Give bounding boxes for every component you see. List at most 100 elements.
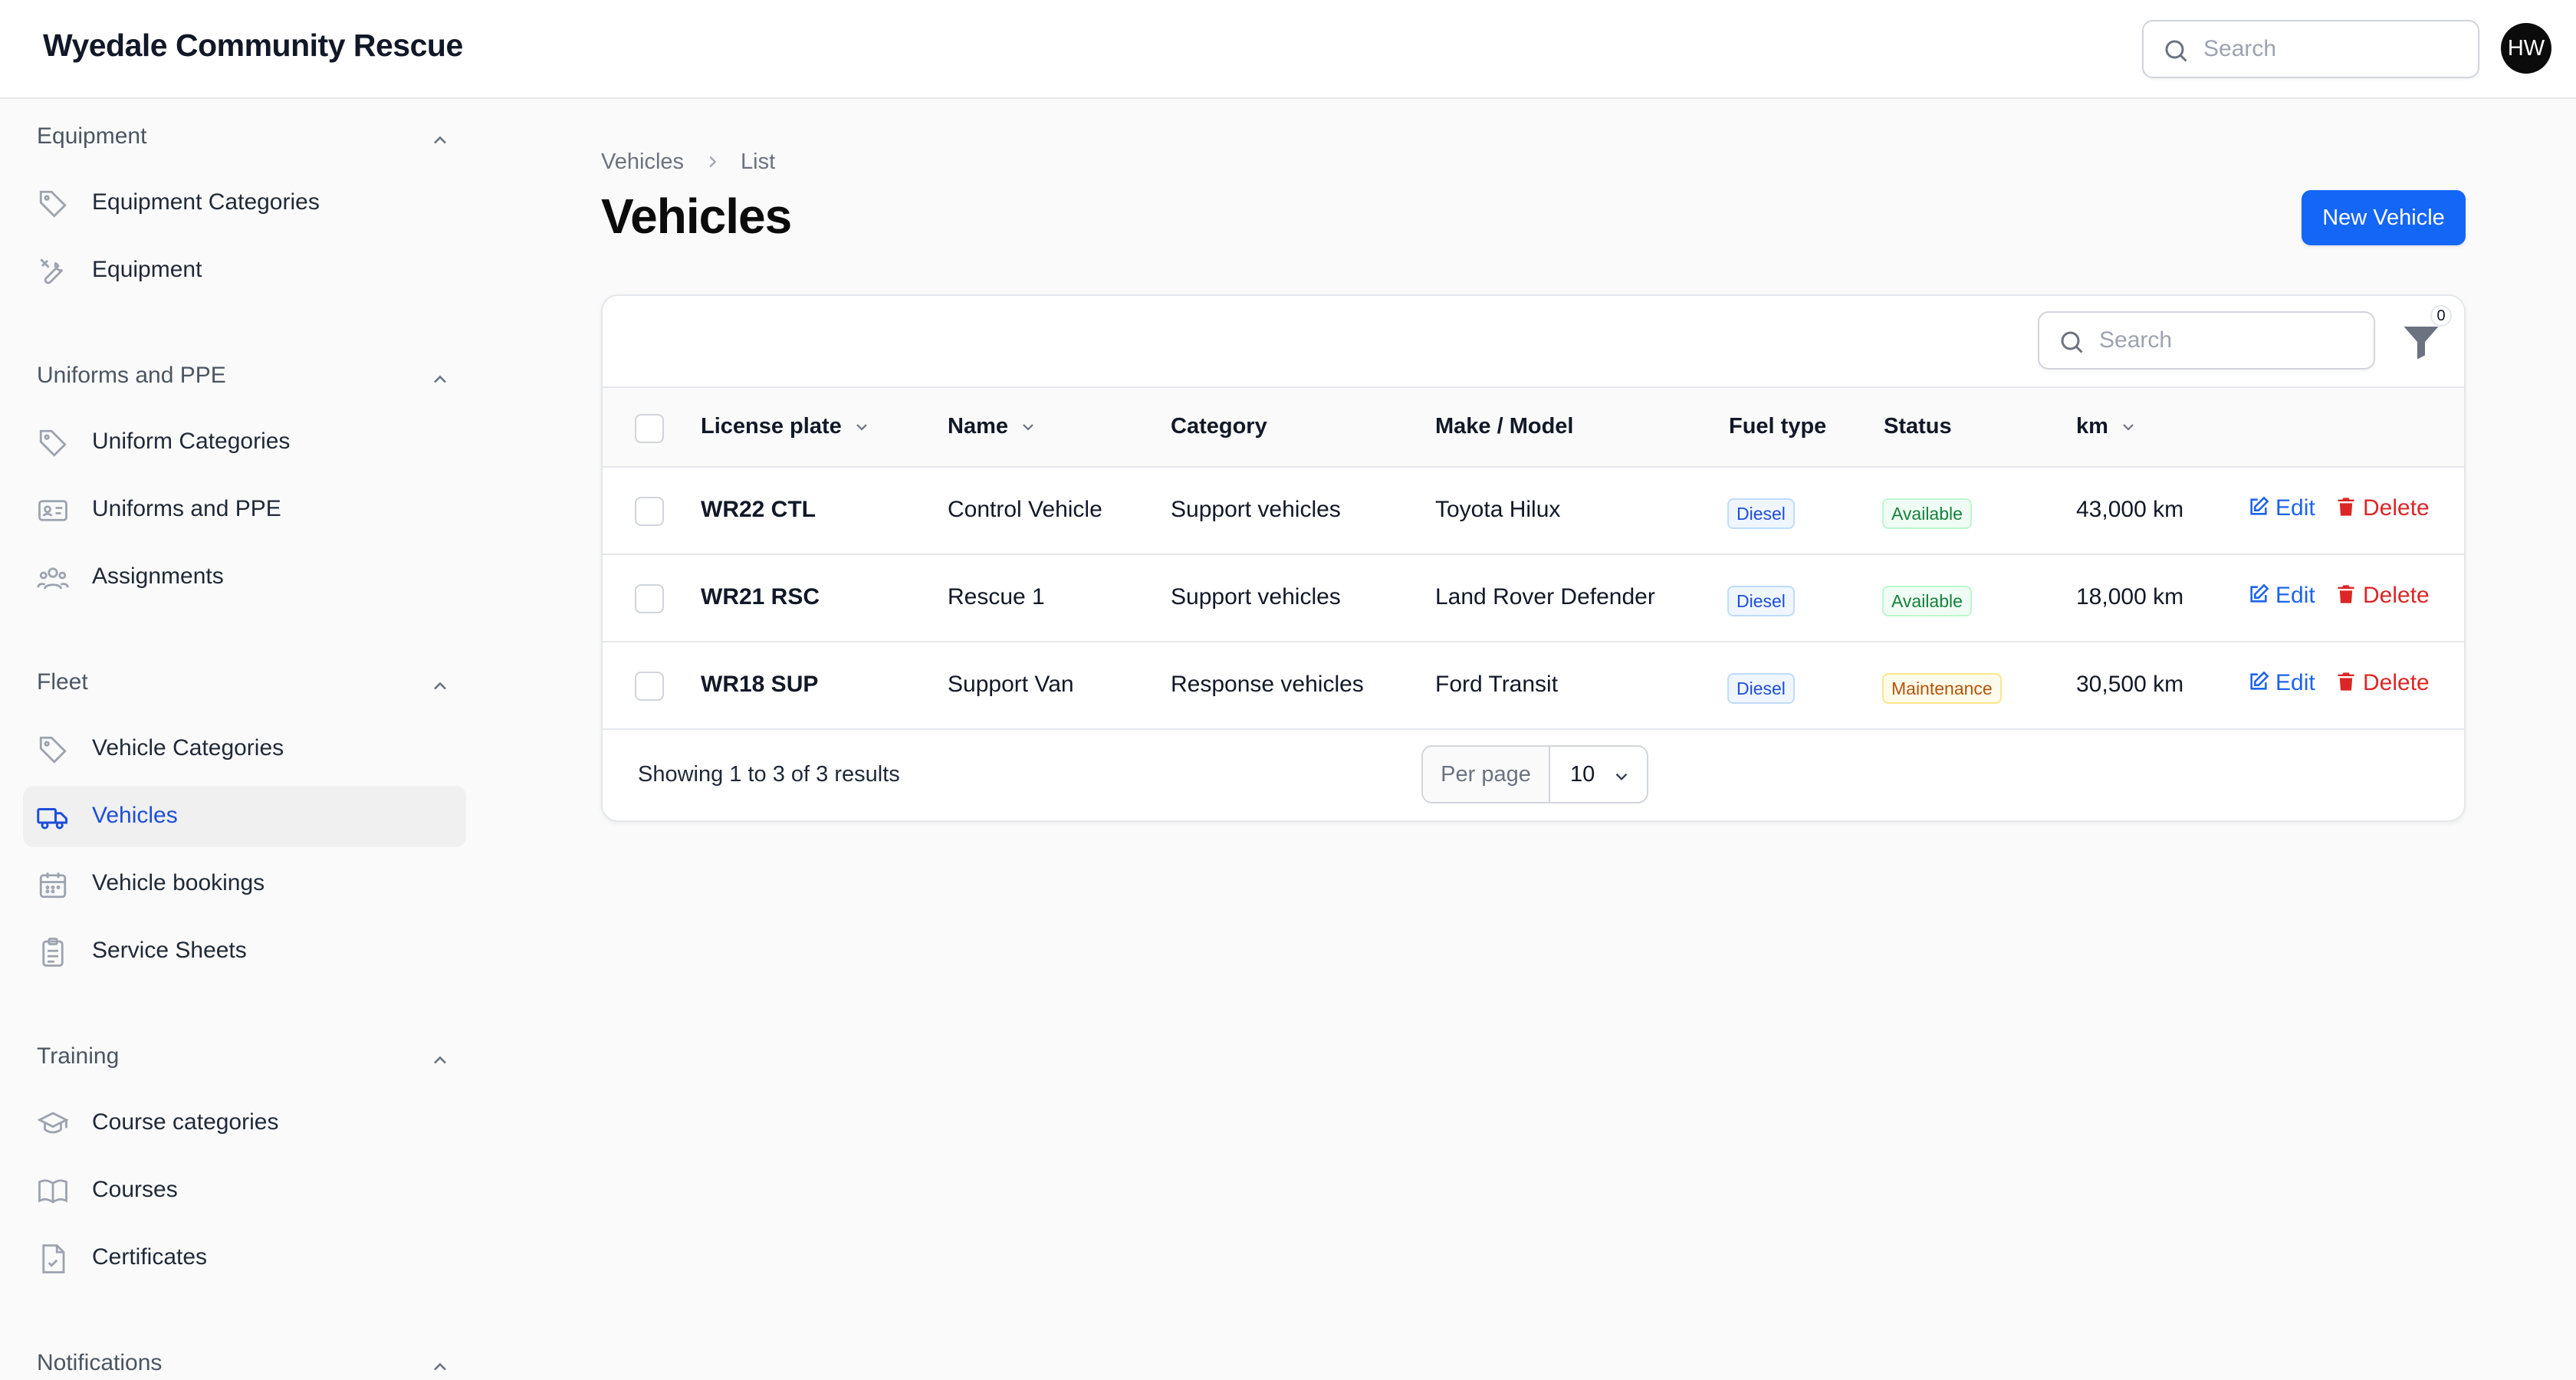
nav-group-fleet[interactable]: Fleet bbox=[37, 669, 451, 708]
nav-group-label: Equipment bbox=[37, 123, 147, 149]
sidebar-item-uniform-categories[interactable]: Uniform Categories bbox=[23, 412, 466, 473]
tag-icon bbox=[39, 429, 67, 457]
row-checkbox[interactable] bbox=[635, 672, 664, 701]
app-title[interactable]: Wyedale Community Rescue bbox=[43, 28, 463, 64]
cell-make-model: Land Rover Defender bbox=[1435, 584, 1655, 610]
cell-category: Response vehicles bbox=[1171, 672, 1364, 697]
sidebar-item-certificates[interactable]: Certificates bbox=[23, 1227, 466, 1289]
chevron-up-icon bbox=[434, 136, 446, 144]
breadcrumb-link-vehicles[interactable]: Vehicles bbox=[601, 150, 684, 175]
row-checkbox[interactable] bbox=[635, 497, 664, 526]
status-badge: Available bbox=[1882, 498, 1972, 529]
sidebar-item-equipment[interactable]: Equipment bbox=[23, 240, 466, 301]
book-icon bbox=[38, 1179, 67, 1204]
sidebar-item-equipment-categories[interactable]: Equipment Categories bbox=[23, 172, 466, 234]
sidebar: Equipment Equipment Categories Equipment… bbox=[0, 99, 491, 1380]
users-icon bbox=[37, 567, 69, 590]
per-page-select[interactable]: Per page 10 bbox=[1421, 745, 1648, 803]
table-search-input[interactable] bbox=[2099, 313, 2352, 368]
document-check-icon bbox=[42, 1244, 65, 1273]
breadcrumb-current: List bbox=[741, 149, 776, 174]
cell-km: 30,500 km bbox=[2076, 672, 2184, 697]
column-label: License plate bbox=[701, 414, 842, 439]
page-title: Vehicles bbox=[601, 189, 792, 244]
tag-icon bbox=[39, 190, 67, 218]
cell-make-model: Toyota Hilux bbox=[1435, 497, 1561, 522]
delete-button[interactable]: Delete bbox=[2335, 670, 2430, 696]
nav-group-training[interactable]: Training bbox=[37, 1043, 451, 1082]
sidebar-item-assignments[interactable]: Assignments bbox=[23, 547, 466, 608]
sidebar-item-vehicles[interactable]: Vehicles bbox=[23, 786, 466, 847]
nav-group-uniforms[interactable]: Uniforms and PPE bbox=[37, 363, 451, 401]
vehicles-table: 0 License plate Name Category Make / Mod… bbox=[601, 294, 2466, 822]
sidebar-item-service-sheets[interactable]: Service Sheets bbox=[23, 921, 466, 982]
sidebar-item-label: Certificates bbox=[92, 1244, 208, 1270]
delete-button[interactable]: Delete bbox=[2335, 583, 2430, 609]
sidebar-item-courses[interactable]: Courses bbox=[23, 1160, 466, 1221]
search-icon bbox=[2061, 331, 2083, 353]
global-search[interactable] bbox=[2142, 20, 2479, 78]
column-header-km[interactable]: km bbox=[2076, 414, 2137, 439]
edit-label: Edit bbox=[2275, 583, 2315, 608]
row-checkbox[interactable] bbox=[635, 584, 664, 613]
column-header-make-model: Make / Model bbox=[1435, 414, 1574, 439]
nav-group-equipment[interactable]: Equipment bbox=[37, 123, 451, 162]
graduation-cap-icon bbox=[37, 1112, 69, 1134]
per-page-label: Per page bbox=[1423, 747, 1550, 802]
sidebar-item-vehicle-categories[interactable]: Vehicle Categories bbox=[23, 718, 466, 780]
cell-km: 18,000 km bbox=[2076, 584, 2184, 610]
sidebar-item-label: Uniform Categories bbox=[92, 429, 291, 454]
avatar[interactable]: HW bbox=[2501, 23, 2551, 74]
new-vehicle-button[interactable]: New Vehicle bbox=[2302, 190, 2466, 245]
cell-license-plate: WR22 CTL bbox=[701, 497, 816, 522]
table-row: WR22 CTL Control Vehicle Support vehicle… bbox=[603, 468, 2464, 555]
column-header-category: Category bbox=[1171, 414, 1267, 439]
truck-icon bbox=[37, 808, 67, 830]
cell-license-plate: WR18 SUP bbox=[701, 672, 819, 697]
cell-name: Support Van bbox=[948, 672, 1074, 697]
sidebar-item-label: Uniforms and PPE bbox=[92, 496, 281, 521]
fuel-type-badge: Diesel bbox=[1727, 498, 1795, 529]
sidebar-item-course-categories[interactable]: Course categories bbox=[23, 1092, 466, 1154]
fuel-type-badge: Diesel bbox=[1727, 673, 1795, 704]
nav-group-label: Uniforms and PPE bbox=[37, 363, 226, 388]
breadcrumb: Vehicles List bbox=[601, 149, 775, 175]
global-search-input[interactable] bbox=[2203, 21, 2456, 77]
edit-button[interactable]: Edit bbox=[2248, 670, 2315, 696]
cell-license-plate: WR21 RSC bbox=[701, 584, 820, 610]
edit-icon bbox=[2250, 583, 2269, 603]
edit-label: Edit bbox=[2275, 495, 2315, 521]
delete-label: Delete bbox=[2363, 495, 2430, 521]
top-bar: Wyedale Community Rescue HW bbox=[0, 0, 2576, 99]
search-icon bbox=[2165, 40, 2187, 62]
sidebar-item-label: Courses bbox=[92, 1177, 178, 1202]
sidebar-item-vehicle-bookings[interactable]: Vehicle bookings bbox=[23, 853, 466, 915]
sidebar-item-label: Vehicle Categories bbox=[92, 735, 284, 761]
cell-make-model: Ford Transit bbox=[1435, 672, 1559, 697]
sidebar-item-label: Equipment Categories bbox=[92, 189, 320, 215]
chevron-down-icon bbox=[856, 424, 867, 431]
delete-button[interactable]: Delete bbox=[2335, 495, 2430, 521]
trash-icon bbox=[2338, 672, 2354, 691]
nav-group-label: Training bbox=[37, 1043, 120, 1069]
chevron-down-icon bbox=[1615, 773, 1628, 780]
nav-group-label: Fleet bbox=[37, 669, 88, 695]
sidebar-item-uniforms-ppe[interactable]: Uniforms and PPE bbox=[23, 479, 466, 540]
trash-icon bbox=[2338, 498, 2354, 516]
table-header: License plate Name Category Make / Model… bbox=[603, 386, 2464, 468]
select-all-checkbox[interactable] bbox=[635, 414, 664, 443]
filter-count-badge: 0 bbox=[2430, 305, 2452, 327]
sidebar-item-label: Service Sheets bbox=[92, 938, 247, 963]
edit-label: Edit bbox=[2275, 670, 2315, 695]
edit-button[interactable]: Edit bbox=[2248, 495, 2315, 521]
column-header-fuel-type: Fuel type bbox=[1729, 414, 1827, 439]
edit-button[interactable]: Edit bbox=[2248, 583, 2315, 609]
sidebar-item-label: Equipment bbox=[92, 257, 202, 282]
nav-group-notifications[interactable]: Notifications bbox=[37, 1350, 451, 1380]
chevron-up-icon bbox=[434, 682, 446, 690]
column-header-name[interactable]: Name bbox=[948, 414, 1037, 439]
table-search[interactable] bbox=[2038, 311, 2375, 370]
cell-category: Support vehicles bbox=[1171, 497, 1341, 522]
cell-name: Control Vehicle bbox=[948, 497, 1102, 522]
column-header-license-plate[interactable]: License plate bbox=[701, 414, 871, 439]
